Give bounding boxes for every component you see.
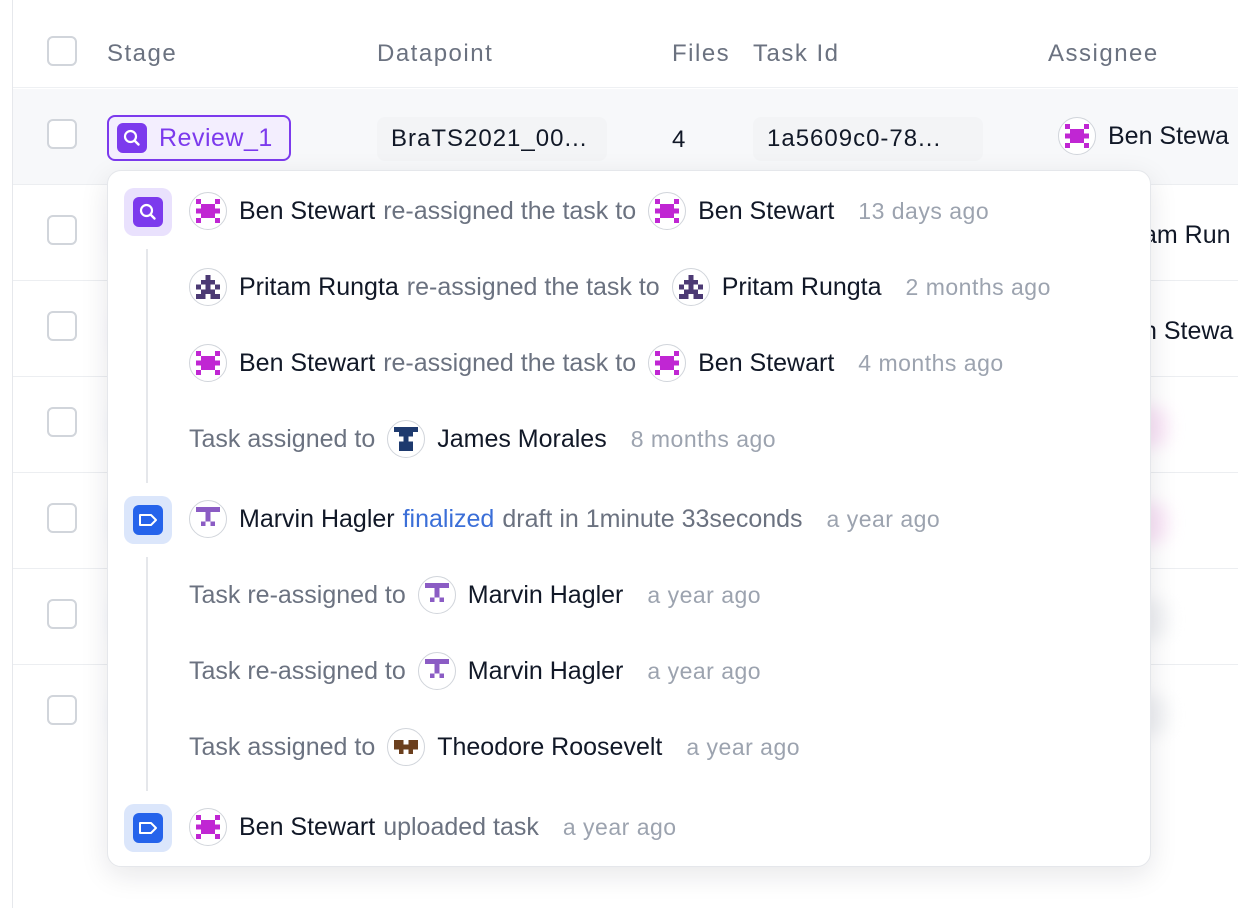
timestamp: 8 months ago — [630, 425, 777, 452]
label-stage-icon — [124, 496, 172, 544]
timeline-connector — [146, 557, 148, 791]
avatar-pritam-rungta — [671, 268, 710, 306]
row-checkbox[interactable] — [47, 695, 77, 725]
target-name[interactable]: Pritam Rungta — [722, 273, 882, 302]
datapoint-cell[interactable]: BraTS2021_00... — [377, 117, 607, 161]
finalized-link[interactable]: finalized — [403, 505, 495, 534]
table-header: Stage Datapoint Files Task Id Assignee — [13, 0, 1238, 88]
avatar-ben-stewart — [189, 192, 227, 230]
avatar-marvin-hagler — [417, 652, 456, 690]
assignee-cell[interactable]: Ben Stewa — [1058, 117, 1229, 155]
column-header-stage[interactable]: Stage — [107, 40, 177, 68]
actor-name[interactable]: Pritam Rungta — [239, 273, 399, 302]
avatar-marvin-hagler — [417, 576, 456, 614]
history-entry: Task assigned to James Morales 8 months … — [189, 420, 776, 458]
column-header-assignee[interactable]: Assignee — [1048, 40, 1159, 68]
timestamp: 2 months ago — [905, 273, 1051, 300]
stage-badge[interactable]: Review_1 — [107, 115, 291, 161]
files-count: 4 — [672, 126, 686, 153]
avatar — [1058, 117, 1096, 155]
timestamp: 4 months ago — [858, 349, 1004, 376]
row-checkbox[interactable] — [47, 503, 77, 533]
action-text: draft in 1minute 33seconds — [502, 504, 803, 533]
timestamp: a year ago — [686, 733, 801, 760]
assignee-name: Ben Stewa — [1108, 121, 1229, 150]
row-checkbox[interactable] — [47, 311, 77, 341]
stage-label: Review_1 — [159, 123, 273, 152]
target-name[interactable]: Marvin Hagler — [468, 657, 624, 686]
target-name[interactable]: Theodore Roosevelt — [437, 733, 662, 762]
action-text: re-assigned the task to — [383, 196, 637, 225]
timestamp: a year ago — [647, 657, 762, 684]
target-name[interactable]: Marvin Hagler — [468, 581, 624, 610]
action-text: Task re-assigned to — [189, 580, 406, 609]
review-stage-icon — [124, 188, 172, 236]
task-id-cell[interactable]: 1a5609c0-78... — [753, 117, 983, 161]
avatar-ben-stewart — [189, 344, 227, 382]
history-entry: Marvin Hagler finalized draft in 1minute… — [189, 500, 940, 538]
avatar-ben-stewart — [648, 192, 687, 230]
row-checkbox[interactable] — [47, 119, 77, 149]
history-entry: Ben Stewart re-assigned the task to Ben … — [189, 344, 1004, 382]
history-entry: Ben Stewart re-assigned the task to Ben … — [189, 192, 989, 230]
row-checkbox[interactable] — [47, 599, 77, 629]
timeline-connector — [146, 249, 148, 483]
avatar-marvin-hagler — [189, 500, 227, 538]
target-name[interactable]: Ben Stewart — [698, 349, 834, 378]
assignee-partial: n Stewa — [1143, 317, 1234, 345]
action-text: re-assigned the task to — [406, 272, 660, 301]
actor-name[interactable]: Marvin Hagler — [239, 505, 395, 534]
timestamp: a year ago — [826, 505, 941, 532]
timestamp: 13 days ago — [858, 197, 990, 224]
action-text: Task re-assigned to — [189, 656, 406, 685]
search-icon — [117, 123, 147, 153]
avatar-pritam-rungta — [189, 268, 227, 306]
history-entry: Task re-assigned to Marvin Hagler a year… — [189, 652, 761, 690]
actor-name[interactable]: Ben Stewart — [239, 197, 375, 226]
tag-icon — [133, 813, 163, 843]
timestamp: a year ago — [647, 581, 762, 608]
avatar-ben-stewart — [648, 344, 687, 382]
action-text: uploaded task — [383, 812, 539, 841]
history-entry: Task re-assigned to Marvin Hagler a year… — [189, 576, 761, 614]
column-header-datapoint[interactable]: Datapoint — [377, 40, 493, 68]
row-checkbox[interactable] — [47, 215, 77, 245]
action-text: Task assigned to — [189, 424, 376, 453]
action-text: re-assigned the task to — [383, 348, 637, 377]
avatar-ben-stewart — [189, 808, 227, 846]
assignee-partial: am Run — [1143, 221, 1231, 249]
history-entry: Ben Stewart uploaded task a year ago — [189, 808, 677, 846]
row-checkbox[interactable] — [47, 407, 77, 437]
actor-name[interactable]: Ben Stewart — [239, 349, 375, 378]
timestamp: a year ago — [562, 813, 677, 840]
target-name[interactable]: James Morales — [437, 425, 607, 454]
select-all-checkbox[interactable] — [47, 36, 77, 66]
search-icon — [133, 197, 163, 227]
history-entry: Task assigned to Theodore Roosevelt a ye… — [189, 728, 800, 766]
action-text: Task assigned to — [189, 732, 376, 761]
history-entry: Pritam Rungta re-assigned the task to Pr… — [189, 268, 1051, 306]
avatar-theodore-roosevelt — [387, 728, 426, 766]
column-header-files[interactable]: Files — [672, 40, 730, 68]
actor-name[interactable]: Ben Stewart — [239, 813, 375, 842]
target-name[interactable]: Ben Stewart — [698, 197, 834, 226]
task-history-popover: Ben Stewart re-assigned the task to Ben … — [107, 170, 1151, 867]
avatar-james-morales — [387, 420, 426, 458]
label-stage-icon — [124, 804, 172, 852]
column-header-task-id[interactable]: Task Id — [753, 40, 840, 68]
tag-icon — [133, 505, 163, 535]
